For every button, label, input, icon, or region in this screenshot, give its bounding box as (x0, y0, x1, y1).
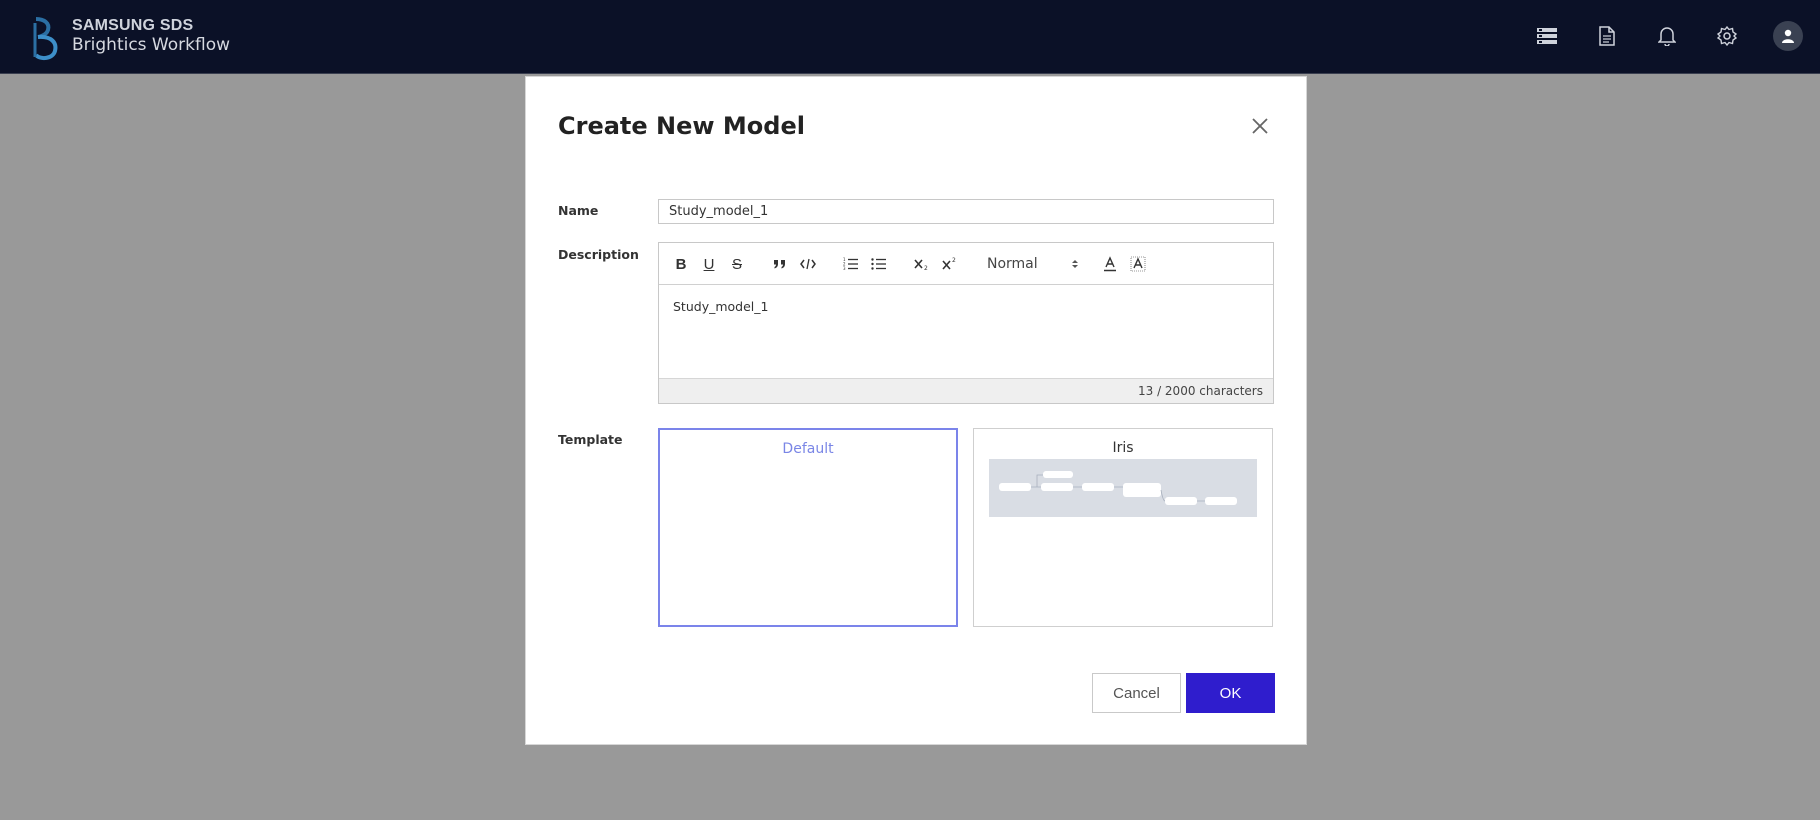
close-icon[interactable] (1248, 114, 1272, 138)
subscript-button[interactable]: 2 (912, 253, 934, 275)
text-format-select[interactable]: Normal (987, 253, 1079, 275)
blockquote-button[interactable] (769, 253, 791, 275)
template-title: Default (782, 441, 834, 457)
background-color-icon (1130, 256, 1146, 272)
editor-toolbar: B U S 1 2 3 2 2 Normal (659, 243, 1273, 285)
bold-button[interactable]: B (670, 253, 692, 275)
ordered-list-icon: 1 2 3 (843, 257, 858, 271)
template-preview-image (989, 459, 1257, 517)
template-label: Template (558, 432, 623, 447)
ordered-list-button[interactable]: 1 2 3 (840, 253, 862, 275)
bullet-list-button[interactable] (868, 253, 890, 275)
cancel-button[interactable]: Cancel (1092, 673, 1181, 713)
font-color-icon (1104, 256, 1116, 272)
code-button[interactable] (797, 253, 819, 275)
gear-icon[interactable] (1712, 21, 1742, 51)
character-count: 13 / 2000 characters (659, 378, 1273, 403)
strike-icon: S (731, 255, 742, 273)
template-title: Iris (1112, 440, 1134, 456)
bell-icon[interactable] (1652, 21, 1682, 51)
superscript-icon: 2 (942, 257, 956, 270)
svg-text:2: 2 (952, 257, 956, 264)
document-icon[interactable] (1592, 21, 1622, 51)
bold-icon: B (675, 255, 687, 273)
name-input[interactable] (658, 199, 1274, 224)
user-avatar-icon[interactable] (1773, 21, 1803, 51)
background-color-button[interactable] (1127, 253, 1149, 275)
brand-logo[interactable]: SAMSUNG SDS Brightics Workflow (30, 15, 230, 61)
select-arrows-icon (1072, 260, 1078, 268)
name-label: Name (558, 203, 599, 218)
brightics-logo-icon (33, 17, 58, 61)
font-color-button[interactable] (1099, 253, 1121, 275)
company-name: SAMSUNG SDS (72, 17, 194, 34)
strike-button[interactable]: S (726, 253, 748, 275)
description-editor: B U S 1 2 3 2 2 Normal Study_model_1 13 … (658, 242, 1274, 404)
underline-icon: U (703, 255, 715, 273)
description-textarea[interactable]: Study_model_1 (659, 285, 1273, 379)
underline-button[interactable]: U (698, 253, 720, 275)
top-navigation-bar: SAMSUNG SDS Brightics Workflow (0, 0, 1820, 74)
superscript-button[interactable]: 2 (940, 253, 962, 275)
ok-button[interactable]: OK (1186, 673, 1275, 713)
code-icon (800, 258, 816, 270)
subscript-icon: 2 (914, 259, 928, 271)
svg-text:3: 3 (843, 266, 846, 271)
svg-text:2: 2 (924, 265, 928, 271)
server-icon[interactable] (1532, 21, 1562, 51)
bullet-list-icon (871, 258, 886, 270)
dialog-title: Create New Model (558, 112, 805, 140)
template-card-iris[interactable]: Iris (973, 428, 1273, 627)
template-card-default[interactable]: Default (658, 428, 958, 627)
quote-icon (774, 260, 785, 269)
product-name: Brightics Workflow (72, 35, 230, 55)
text-format-value: Normal (987, 256, 1038, 272)
create-model-dialog: Create New Model Name Description B U S (525, 76, 1307, 745)
description-label: Description (558, 247, 639, 262)
